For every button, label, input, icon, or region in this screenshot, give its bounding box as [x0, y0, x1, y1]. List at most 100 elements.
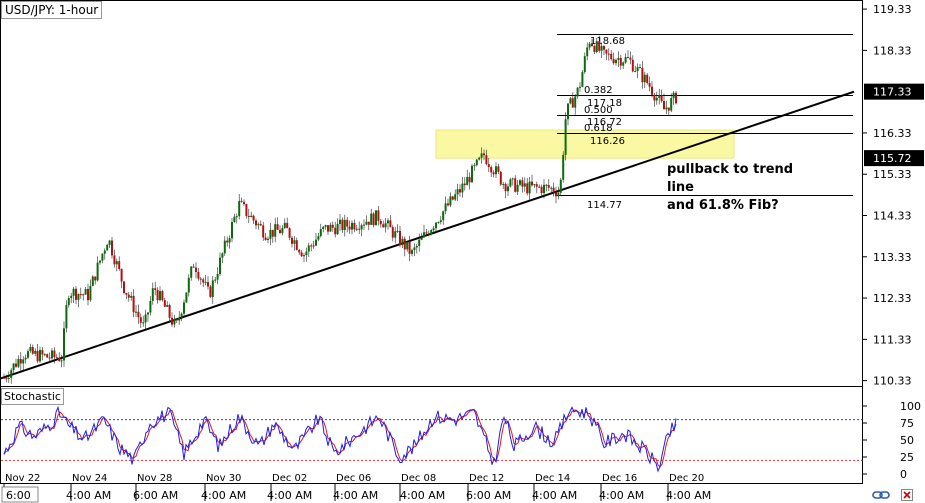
candle-body: [108, 240, 111, 245]
candle-body: [48, 357, 51, 359]
candle-body: [190, 266, 193, 278]
stochastic-tick-label: 100: [900, 400, 921, 413]
annotation-line-1: pullback to trend line: [667, 162, 794, 195]
candle-body: [79, 294, 82, 296]
candle-body: [624, 57, 627, 63]
candle-body: [34, 350, 37, 354]
candle-body: [142, 322, 145, 324]
annotation-line-2: and 61.8% Fib?: [667, 198, 779, 213]
candle-body: [629, 57, 632, 60]
candle-body: [391, 227, 394, 238]
candle-body: [238, 200, 241, 217]
candle-body: [149, 300, 152, 313]
candle-body: [607, 53, 610, 55]
candle-body: [351, 222, 353, 230]
candle-body: [447, 203, 449, 206]
x-date-label: Nov 28: [137, 473, 172, 484]
candle-body: [643, 74, 646, 83]
candle-body: [336, 223, 339, 235]
candle-body: [226, 240, 229, 243]
candle-body: [598, 41, 601, 51]
candle-body: [631, 59, 634, 72]
candle-body: [63, 328, 65, 361]
candle-body: [94, 276, 97, 281]
candle-body: [377, 210, 380, 221]
candle-body: [538, 186, 541, 188]
candle-body: [442, 211, 445, 221]
candle-body: [343, 219, 346, 231]
candle-body: [324, 225, 327, 227]
candle-body: [96, 262, 99, 281]
candle-body: [195, 267, 197, 272]
candle-body: [600, 46, 603, 51]
candle-body: [555, 192, 557, 197]
candle-body: [648, 82, 651, 87]
x-time-label: 4:00 AM: [666, 489, 711, 502]
x-date-label: Nov 22: [5, 473, 40, 484]
candle-body: [507, 186, 509, 192]
candle-body: [675, 92, 677, 104]
link-icon[interactable]: [872, 489, 890, 501]
candle-body: [670, 98, 673, 111]
candle-body: [202, 279, 205, 283]
candle-body: [36, 350, 39, 362]
candle-body: [384, 223, 387, 228]
candle-body: [358, 228, 361, 230]
candle-body: [408, 241, 411, 254]
candle-body: [579, 86, 581, 88]
candle-body: [401, 238, 404, 246]
candle-body: [137, 311, 140, 318]
candle-body: [89, 285, 92, 301]
candle-body: [115, 261, 118, 265]
candle-body: [19, 359, 22, 364]
candle-body: [634, 71, 637, 73]
candle-body: [569, 98, 572, 104]
candle-body: [271, 229, 274, 237]
candle-body: [653, 94, 656, 101]
candle-body: [312, 245, 315, 247]
price-tick-label: 119.33: [873, 3, 912, 16]
candle-body: [255, 220, 257, 226]
candle-body: [77, 294, 80, 300]
candle-body: [279, 229, 281, 234]
candle-body: [353, 222, 356, 230]
candle-body: [276, 224, 279, 230]
candle-body: [303, 255, 305, 257]
candle-body: [319, 229, 322, 237]
stochastic-tick-label: 75: [900, 417, 914, 430]
candle-body: [655, 97, 658, 101]
candle-body: [118, 261, 121, 269]
candle-body: [125, 292, 128, 295]
candle-body: [223, 240, 226, 254]
candle-body: [41, 350, 44, 355]
candle-body: [159, 291, 161, 301]
candle-body: [252, 215, 255, 221]
candle-body: [355, 228, 358, 230]
x-date-label: Dec 20: [669, 473, 704, 484]
candle-body: [305, 251, 308, 256]
candle-body: [151, 288, 154, 301]
candle-body: [396, 230, 399, 232]
candle-body: [53, 350, 56, 358]
stochastic-tick-label: 0: [900, 468, 907, 481]
candle-body: [423, 232, 425, 238]
candle-body: [211, 280, 214, 297]
candle-body: [444, 203, 447, 212]
candle-body: [221, 253, 224, 258]
candle-body: [583, 56, 586, 73]
x-date-label: Dec 14: [535, 473, 570, 484]
candle-body: [411, 250, 413, 254]
candle-body: [87, 288, 89, 301]
price-tick-label: 115.33: [873, 168, 912, 181]
candle-body: [180, 313, 183, 318]
price-tick-label: 118.33: [873, 44, 912, 57]
candle-body: [197, 271, 200, 279]
candle-body: [562, 154, 565, 180]
candle-body: [543, 184, 545, 194]
close-icon[interactable]: [898, 489, 916, 501]
x-date-label: Dec 16: [602, 473, 637, 484]
candle-body: [103, 250, 106, 254]
candle-body: [22, 359, 25, 364]
candle-body: [43, 354, 46, 356]
candle-body: [173, 319, 176, 325]
